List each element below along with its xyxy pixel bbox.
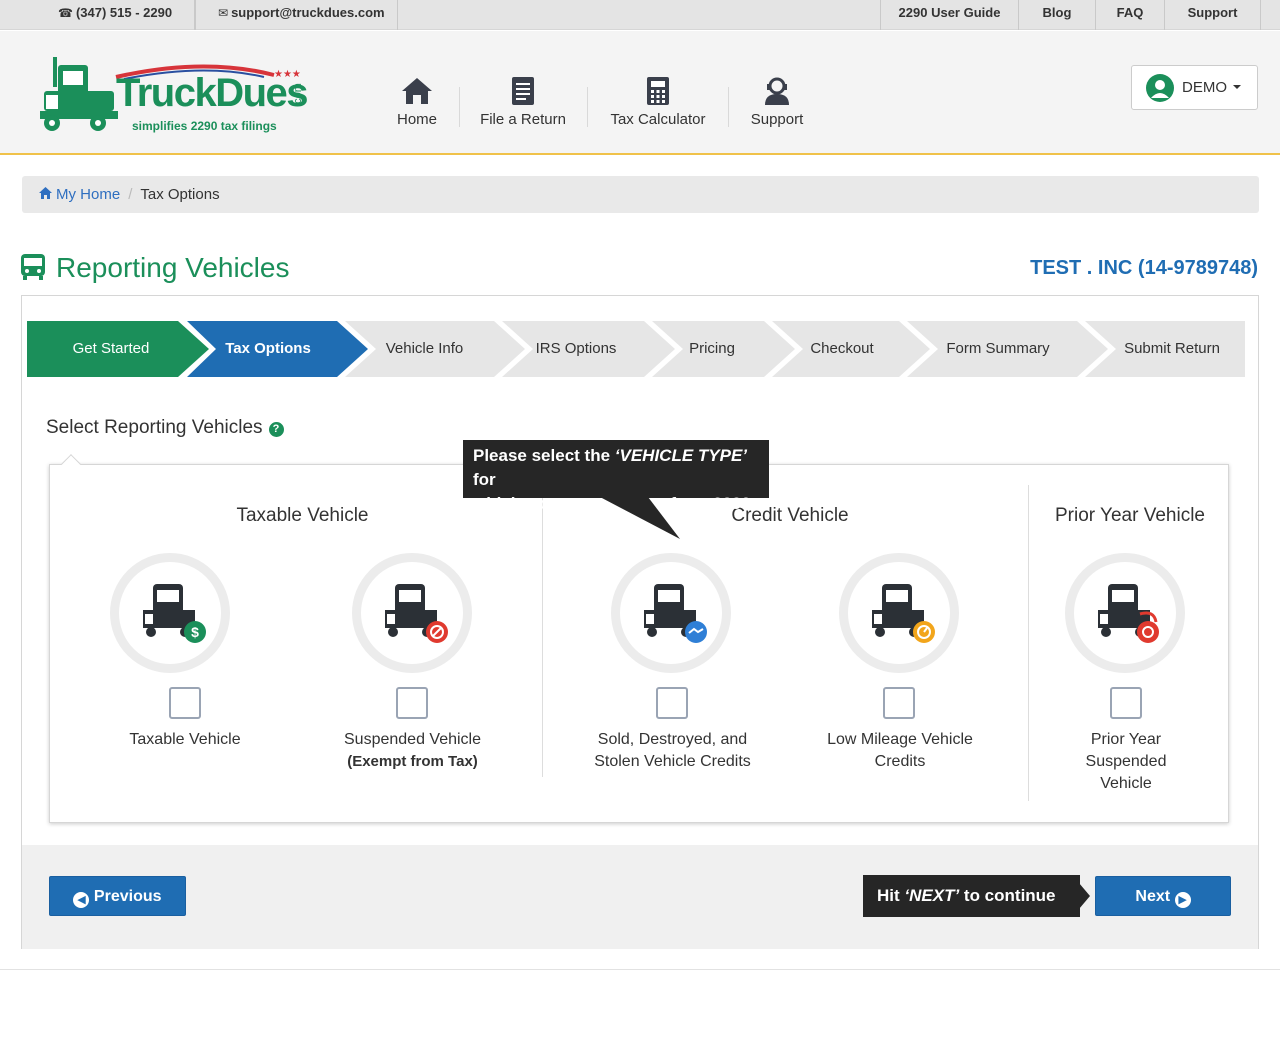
nav-file-return[interactable]: File a Return	[474, 75, 572, 128]
nav-divider	[728, 87, 729, 127]
phone-contact[interactable]: ☎ (347) 515 - 2290	[58, 0, 195, 30]
column-divider	[1028, 485, 1029, 801]
next-tooltip: Hit ‘NEXT’ to continue	[863, 875, 1080, 917]
nav-divider	[587, 87, 588, 127]
truck-prior-year-icon	[1098, 584, 1159, 643]
faq-link[interactable]: FAQ	[1096, 0, 1165, 30]
envelope-icon: ✉	[218, 6, 229, 20]
home-icon	[39, 187, 52, 199]
phone-icon: ☎	[58, 6, 73, 20]
support-agent-icon	[765, 77, 789, 105]
column-divider	[542, 485, 543, 777]
truck-handshake-icon	[644, 584, 707, 643]
arrow-right-icon: ▶	[1174, 892, 1191, 908]
step-form-summary[interactable]: Form Summary	[922, 321, 1074, 377]
logo-wordmark: TruckDues	[116, 71, 309, 115]
step-checkout[interactable]: Checkout	[787, 321, 897, 377]
prior-year-vehicle-image[interactable]	[1065, 553, 1185, 673]
nav-divider	[459, 87, 460, 127]
email-contact[interactable]: ✉ support@truckdues.com	[195, 0, 398, 30]
truck-gauge-icon	[872, 584, 935, 643]
sold-destroyed-vehicle-label: Sold, Destroyed, and Stolen Vehicle Cred…	[594, 731, 751, 770]
taxable-vehicle-image[interactable]: $	[110, 553, 230, 673]
logo-tagline: simplifies 2290 tax filings	[132, 119, 277, 133]
step-vehicle-info[interactable]: Vehicle Info	[362, 321, 487, 377]
bus-icon	[21, 254, 45, 280]
group-title-prior: Prior Year Vehicle	[1055, 505, 1205, 526]
help-icon[interactable]: ?	[268, 422, 284, 437]
suspended-vehicle-checkbox[interactable]	[396, 687, 428, 719]
prior-year-vehicle-checkbox[interactable]	[1110, 687, 1142, 719]
section-heading: Select Reporting Vehicles?	[46, 417, 284, 439]
top-bar: ☎ (347) 515 - 2290 ✉ support@truckdues.com…	[0, 0, 1280, 30]
arrow-left-icon: ◀	[73, 892, 90, 908]
vehicle-type-tooltip: Please select the ‘VEHICLE TYPE’ for whi…	[463, 440, 769, 513]
svg-text:$: $	[191, 624, 199, 640]
previous-button[interactable]: ◀ Previous	[49, 876, 186, 916]
nav-support[interactable]: Support	[746, 75, 808, 128]
truck-logo-icon	[40, 57, 118, 131]
truck-blocked-icon	[385, 584, 448, 643]
breadcrumb-current: Tax Options	[140, 186, 220, 203]
site-header: ★★★ TruckDues .com simplifies 2290 tax f…	[0, 31, 1280, 155]
home-icon	[402, 78, 432, 104]
chevron-down-icon	[1233, 85, 1241, 89]
tooltip-pointer	[1079, 883, 1090, 909]
tooltip-pointer	[600, 497, 680, 539]
taxable-vehicle-label: Taxable Vehicle	[129, 731, 241, 748]
main-panel: Get Started Tax Options Vehicle Info IRS…	[21, 295, 1259, 949]
nav-home[interactable]: Home	[393, 75, 441, 128]
suspended-vehicle-label: Suspended Vehicle (Exempt from Tax)	[344, 731, 481, 770]
user-guide-link[interactable]: 2290 User Guide	[880, 0, 1019, 30]
breadcrumb: My Home / Tax Options	[22, 176, 1259, 213]
step-irs-options[interactable]: IRS Options	[512, 321, 640, 377]
truckdues-logo[interactable]: ★★★ TruckDues .com simplifies 2290 tax f…	[36, 53, 309, 137]
sold-destroyed-vehicle-image[interactable]	[611, 553, 731, 673]
logo-domain: .com	[291, 83, 304, 107]
low-mileage-vehicle-label: Low Mileage Vehicle Credits	[827, 731, 973, 770]
blog-link[interactable]: Blog	[1019, 0, 1096, 30]
footer-divider	[0, 969, 1280, 970]
step-submit-return[interactable]: Submit Return	[1102, 321, 1242, 377]
document-icon	[512, 77, 534, 105]
group-title-taxable: Taxable Vehicle	[236, 505, 369, 526]
box-notch	[61, 454, 81, 474]
sold-destroyed-vehicle-checkbox[interactable]	[656, 687, 688, 719]
step-tax-options[interactable]: Tax Options	[202, 321, 334, 377]
prior-year-vehicle-label: Prior Year Suspended Vehicle	[1085, 731, 1167, 792]
step-get-started[interactable]: Get Started	[27, 321, 195, 377]
low-mileage-vehicle-checkbox[interactable]	[883, 687, 915, 719]
user-menu-dropdown[interactable]: DEMO	[1131, 65, 1258, 110]
truck-dollar-icon: $	[143, 584, 206, 643]
taxable-vehicle-checkbox[interactable]	[169, 687, 201, 719]
breadcrumb-separator: /	[128, 186, 133, 203]
user-avatar-icon	[1146, 74, 1174, 102]
calculator-icon	[647, 77, 669, 105]
suspended-vehicle-image[interactable]	[352, 553, 472, 673]
breadcrumb-home[interactable]: My Home	[38, 186, 120, 203]
user-menu-label: DEMO	[1182, 79, 1227, 96]
company-name: TEST . INC (14-9789748)	[1030, 257, 1258, 279]
step-pricing[interactable]: Pricing	[662, 321, 762, 377]
support-link[interactable]: Support	[1165, 0, 1261, 30]
nav-tax-calculator[interactable]: Tax Calculator	[603, 75, 713, 128]
next-button[interactable]: Next ▶	[1095, 876, 1231, 916]
page-title: Reporting Vehicles	[20, 252, 289, 284]
low-mileage-vehicle-image[interactable]	[839, 553, 959, 673]
